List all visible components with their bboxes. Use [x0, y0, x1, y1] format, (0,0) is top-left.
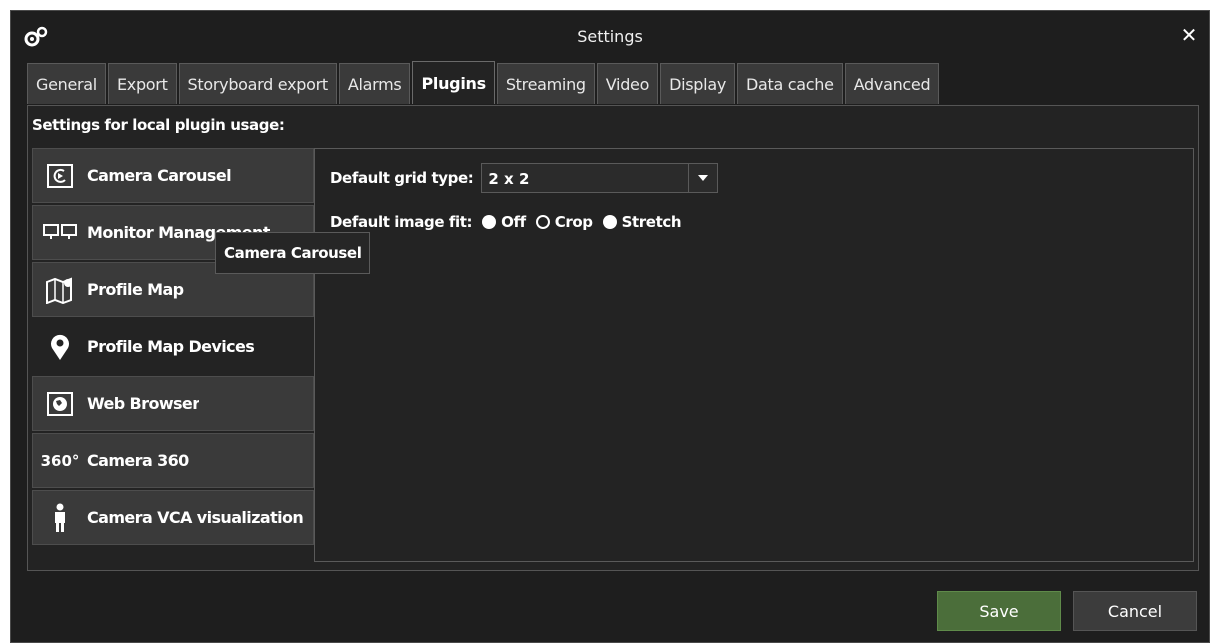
radio-dot-icon: [535, 215, 550, 229]
monitor-icon: [43, 218, 77, 248]
grid-type-select[interactable]: 2 x 2: [481, 163, 719, 193]
section-label: Settings for local plugin usage:: [32, 116, 285, 134]
tab-bar: General Export Storyboard export Alarms …: [27, 61, 941, 105]
camera-carousel-icon: [43, 161, 77, 191]
plugin-item-label: Web Browser: [87, 394, 200, 413]
window-title: Settings: [577, 27, 643, 46]
plugin-item-camera-carousel[interactable]: Camera Carousel: [32, 148, 314, 203]
plugin-list: Camera Carousel Monitor Management Profi…: [32, 148, 322, 547]
grid-type-row: Default grid type: 2 x 2: [330, 163, 719, 193]
globe-icon: [43, 389, 77, 419]
plugin-item-label: Profile Map Devices: [87, 337, 255, 356]
plugin-settings-panel: Default grid type: 2 x 2 Default image f…: [314, 148, 1194, 562]
title-bar: Settings ✕: [11, 11, 1209, 63]
plugin-item-profile-map-devices[interactable]: Profile Map Devices: [32, 319, 322, 374]
plugin-item-label: Profile Map: [87, 280, 184, 299]
plugin-item-camera-vca[interactable]: Camera VCA visualization: [32, 490, 314, 545]
tab-video[interactable]: Video: [596, 63, 659, 104]
plugin-item-camera-360[interactable]: 360° Camera 360: [32, 433, 314, 488]
tab-plugins[interactable]: Plugins: [412, 61, 495, 104]
radio-dot-icon: [482, 215, 497, 229]
plugin-item-label: Camera VCA visualization: [87, 508, 304, 527]
plugins-content: Settings for local plugin usage: Camera …: [27, 105, 1199, 571]
tab-display[interactable]: Display: [660, 63, 735, 104]
image-fit-label: Default image fit:: [330, 213, 473, 231]
tab-export[interactable]: Export: [107, 63, 177, 104]
person-icon: [43, 503, 77, 533]
plugin-item-label: Camera Carousel: [87, 166, 231, 185]
tab-advanced[interactable]: Advanced: [844, 63, 940, 104]
radio-dot-icon: [602, 215, 617, 229]
tab-data-cache[interactable]: Data cache: [737, 63, 843, 104]
settings-window: Settings ✕ General Export Storyboard exp…: [10, 10, 1210, 643]
grid-type-label: Default grid type:: [330, 169, 474, 187]
plugin-item-web-browser[interactable]: Web Browser: [32, 376, 314, 431]
image-fit-row: Default image fit: Off Crop Stretch: [330, 213, 682, 231]
tab-alarms[interactable]: Alarms: [338, 63, 411, 104]
save-button[interactable]: Save: [937, 591, 1061, 631]
tooltip: Camera Carousel: [215, 232, 371, 274]
radio-label: Off: [501, 213, 526, 231]
plugin-item-label: Camera 360: [87, 451, 189, 470]
tab-streaming[interactable]: Streaming: [496, 63, 595, 104]
cancel-button[interactable]: Cancel: [1073, 591, 1197, 631]
tab-storyboard-export[interactable]: Storyboard export: [178, 63, 337, 104]
radio-label: Crop: [554, 213, 593, 231]
tab-general[interactable]: General: [27, 63, 106, 104]
image-fit-stretch-radio[interactable]: Stretch: [602, 213, 682, 231]
grid-type-value: 2 x 2: [488, 170, 530, 188]
camera-360-icon: 360°: [40, 451, 80, 470]
map-pin-icon: [43, 332, 77, 362]
image-fit-off-radio[interactable]: Off: [482, 213, 526, 231]
image-fit-crop-radio[interactable]: Crop: [535, 213, 593, 231]
chevron-down-icon[interactable]: [688, 164, 717, 192]
radio-label: Stretch: [621, 213, 682, 231]
close-icon[interactable]: ✕: [1179, 25, 1199, 45]
map-icon: [43, 275, 77, 305]
